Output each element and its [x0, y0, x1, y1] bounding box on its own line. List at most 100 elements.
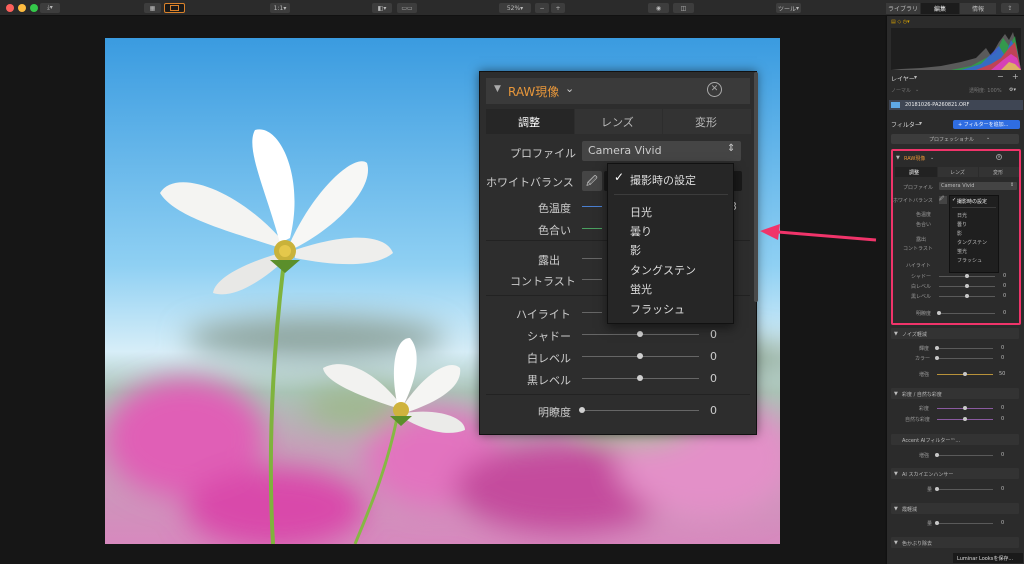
- whites-slider-knob[interactable]: [965, 284, 969, 288]
- share-button[interactable]: ⇪: [1001, 3, 1019, 13]
- clarity-slider-track[interactable]: [939, 313, 995, 314]
- sky-amount-track[interactable]: [937, 489, 993, 490]
- minus-icon[interactable]: −: [997, 72, 1004, 81]
- close-window-icon[interactable]: [6, 4, 14, 12]
- clarity-slider-knob[interactable]: [937, 311, 941, 315]
- tab-info[interactable]: 情報: [960, 3, 996, 14]
- clarity-slider-knob[interactable]: [579, 407, 585, 413]
- wb-option-as-shot[interactable]: 撮影時の設定: [630, 172, 696, 188]
- noise-boost-knob[interactable]: [963, 372, 967, 376]
- layer-item[interactable]: 20181026-PA260821.ORF: [889, 100, 1023, 110]
- tab-edit[interactable]: 編集: [921, 3, 959, 14]
- aspect-dropdown[interactable]: 1:1▾: [270, 3, 290, 13]
- save-looks-button[interactable]: Luminar Looksを保存...: [953, 553, 1023, 563]
- noise-luminance-track[interactable]: [937, 348, 993, 349]
- highlights-slider-track[interactable]: [582, 312, 602, 313]
- wb-option-cloudy[interactable]: 曇り: [630, 223, 652, 239]
- accent-boost-value: 0: [1001, 452, 1005, 458]
- tab-adjust[interactable]: 調整: [486, 109, 574, 134]
- noise-color-label: カラー: [915, 356, 931, 362]
- gallery-view-button[interactable]: ▦: [144, 3, 161, 13]
- tab-library[interactable]: ライブラリ: [886, 3, 920, 14]
- shadows-value: 0: [1003, 273, 1007, 279]
- wb-option-daylight[interactable]: 日光: [957, 212, 967, 219]
- wb-option-shade[interactable]: 影: [957, 230, 962, 237]
- noise-color-knob[interactable]: [935, 356, 939, 360]
- eyedropper-button[interactable]: 🖉: [582, 171, 602, 191]
- profile-select[interactable]: Camera Vivid ⇕: [939, 182, 1017, 190]
- shadows-slider-knob[interactable]: [637, 331, 643, 337]
- workspace-dropdown[interactable]: プロフェッショナル ⌄: [891, 134, 1019, 144]
- single-view-button[interactable]: [164, 3, 185, 13]
- wb-option-fluorescent[interactable]: 蛍光: [630, 281, 652, 297]
- plus-icon[interactable]: +: [1012, 72, 1019, 81]
- histogram-icon[interactable]: ▤ ◇ ◷▾: [891, 19, 910, 25]
- wb-option-daylight[interactable]: 日光: [630, 204, 652, 220]
- minimize-window-icon[interactable]: [18, 4, 26, 12]
- tab-transform[interactable]: 変形: [663, 109, 751, 134]
- color-cast-section-header[interactable]: ▼ 色かぶり除去: [891, 537, 1019, 548]
- wb-option-shade[interactable]: 影: [630, 242, 641, 258]
- dehaze-amount-track[interactable]: [937, 523, 993, 524]
- profile-select[interactable]: Camera Vivid ⇕: [582, 141, 741, 161]
- tab-adjust[interactable]: 調整: [895, 167, 937, 177]
- wb-option-flash[interactable]: フラッシュ: [957, 257, 982, 264]
- dehaze-section-header[interactable]: ▼ 霞軽減: [891, 503, 1019, 514]
- tab-lens[interactable]: レンズ: [938, 167, 978, 177]
- chevron-down-icon[interactable]: ⌄: [565, 82, 574, 95]
- whites-slider-knob[interactable]: [637, 353, 643, 359]
- import-button[interactable]: ⤓▾: [40, 3, 60, 13]
- sky-amount-knob[interactable]: [935, 487, 939, 491]
- dehaze-amount-knob[interactable]: [935, 521, 939, 525]
- popup-scrollbar[interactable]: [754, 72, 758, 302]
- accent-boost-track[interactable]: [937, 455, 993, 456]
- close-icon[interactable]: ✕: [707, 82, 722, 97]
- tools-dropdown[interactable]: ツール ▾: [776, 3, 801, 13]
- accent-boost-knob[interactable]: [935, 453, 939, 457]
- shadows-slider-knob[interactable]: [965, 274, 969, 278]
- wb-option-fluorescent[interactable]: 蛍光: [957, 248, 967, 255]
- eyedropper-icon[interactable]: 🖉: [939, 196, 947, 204]
- tab-transform[interactable]: 変形: [979, 167, 1019, 177]
- collapse-triangle-icon[interactable]: ▼: [896, 155, 900, 161]
- tint-slider-track[interactable]: [582, 228, 602, 229]
- zoom-in-button[interactable]: +: [551, 3, 565, 13]
- tab-lens[interactable]: レンズ: [575, 109, 662, 134]
- before-after-button[interactable]: ◫: [673, 3, 694, 13]
- wb-option-as-shot[interactable]: 撮影時の設定: [957, 198, 987, 205]
- layers-title[interactable]: レイヤー: [891, 74, 915, 83]
- blend-mode[interactable]: ノーマル: [891, 87, 911, 94]
- add-filter-button[interactable]: + フィルターを追加...: [953, 120, 1020, 129]
- layer-opacity[interactable]: 透明度: 100%: [969, 87, 1002, 94]
- saturation-knob[interactable]: [963, 406, 967, 410]
- collapse-triangle-icon[interactable]: ▼: [494, 84, 501, 94]
- temperature-slider-track[interactable]: [582, 206, 602, 207]
- wb-option-tungsten[interactable]: タングステン: [957, 239, 987, 246]
- vibrance-knob[interactable]: [963, 417, 967, 421]
- gear-icon[interactable]: ⚙▾: [1009, 87, 1016, 93]
- zoom-dropdown[interactable]: 52% ▾: [499, 3, 531, 13]
- zoom-window-icon[interactable]: [30, 4, 38, 12]
- noise-luminance-knob[interactable]: [935, 346, 939, 350]
- close-icon[interactable]: ✕: [996, 154, 1002, 160]
- raw-title[interactable]: RAW現像: [904, 155, 925, 162]
- layer-filename: 20181026-PA260821.ORF: [905, 102, 970, 108]
- compare-button[interactable]: ▭▭: [397, 3, 417, 13]
- wb-option-tungsten[interactable]: タングステン: [630, 262, 696, 278]
- blacks-slider-knob[interactable]: [965, 294, 969, 298]
- wb-option-flash[interactable]: フラッシュ: [630, 301, 685, 317]
- sky-enhancer-section-header[interactable]: ▼ AI スカイエンハンサー: [891, 468, 1019, 479]
- vibrance-section-header[interactable]: ▼ 彩度 / 自然な彩度: [891, 388, 1019, 399]
- noise-section-header[interactable]: ▼ ノイズ軽減: [891, 328, 1019, 339]
- accent-ai-section-header[interactable]: Accent AIフィルター™...: [891, 434, 1019, 445]
- clarity-slider-track[interactable]: [582, 410, 699, 411]
- blacks-slider-knob[interactable]: [637, 375, 643, 381]
- wb-option-cloudy[interactable]: 曇り: [957, 221, 967, 228]
- preview-button[interactable]: ◉: [648, 3, 669, 13]
- collapse-triangle-icon: ▼: [894, 506, 898, 512]
- exposure-slider-track[interactable]: [582, 258, 602, 259]
- panel-toggle-button[interactable]: ◧▾: [372, 3, 392, 13]
- zoom-out-button[interactable]: −: [535, 3, 549, 13]
- noise-color-track[interactable]: [937, 358, 993, 359]
- contrast-slider-track[interactable]: [582, 279, 602, 280]
